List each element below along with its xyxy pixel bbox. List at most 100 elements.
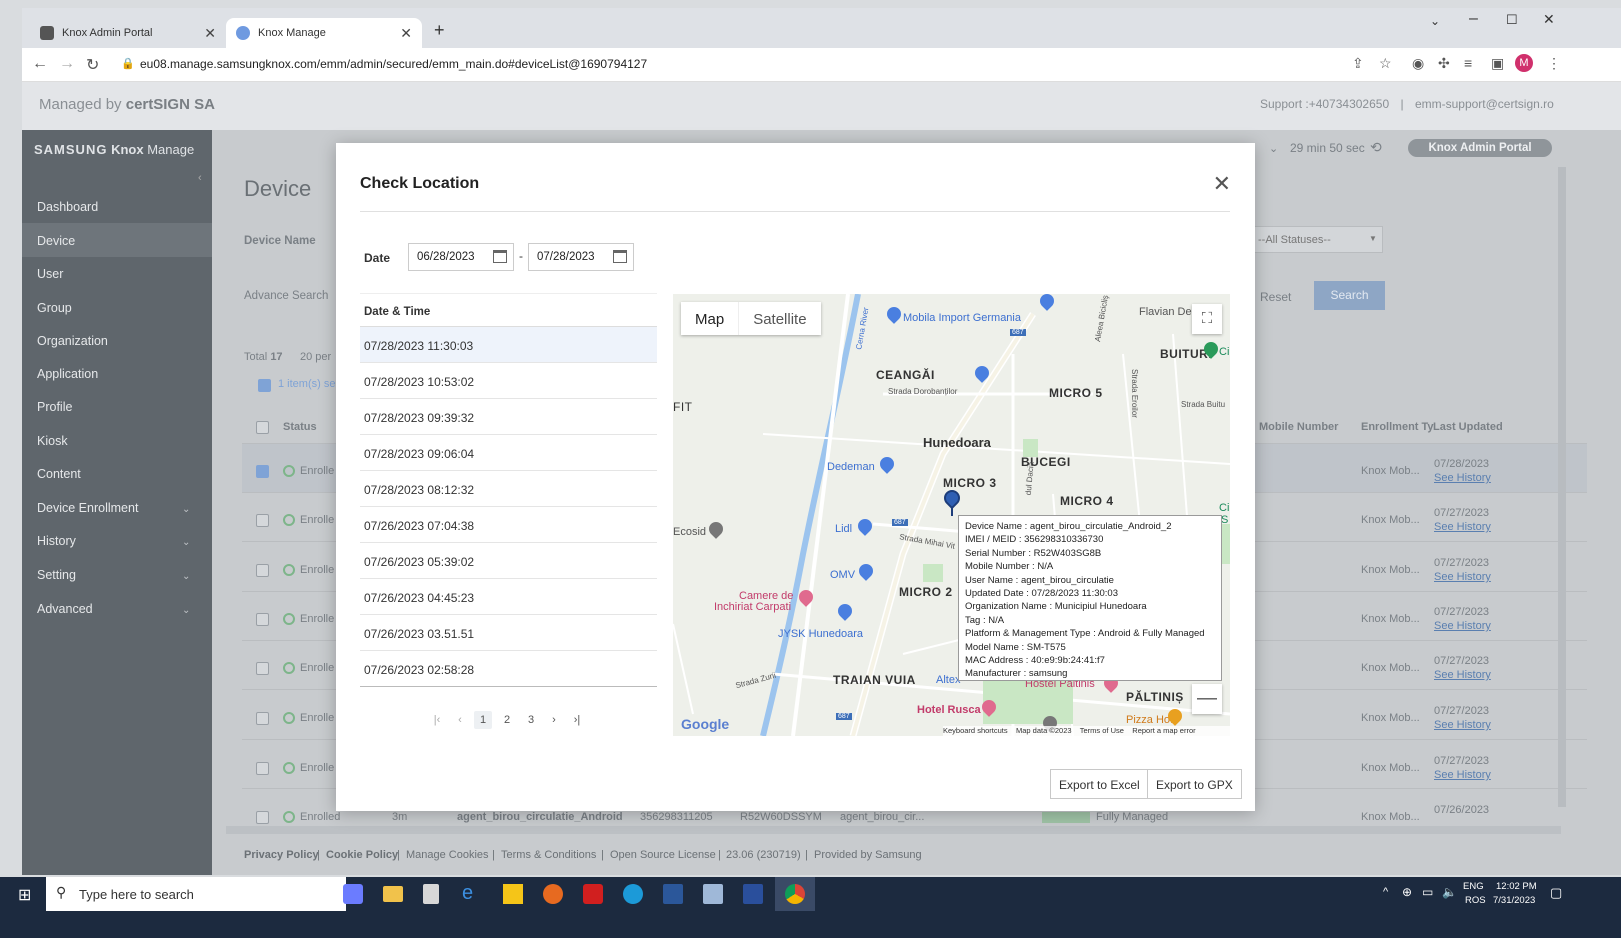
sidebar-item-user[interactable]: User (37, 267, 63, 281)
row-checkbox[interactable] (256, 514, 269, 527)
row-checkbox[interactable] (256, 762, 269, 775)
url-text[interactable]: eu08.manage.samsungknox.com/emm/admin/se… (140, 57, 647, 71)
close-icon[interactable]: ✕ (1213, 173, 1231, 195)
refresh-session-icon[interactable]: ⟲ (1370, 139, 1382, 156)
last-page-icon[interactable]: ›| (568, 711, 586, 729)
edge-legacy-icon[interactable]: e (462, 882, 473, 905)
see-history-link[interactable]: See History (1434, 472, 1491, 484)
tray-chevron-icon[interactable]: ^ (1383, 886, 1388, 898)
map-type-map-button[interactable]: Map (681, 302, 740, 335)
sidebar-item-group[interactable]: Group (37, 301, 72, 315)
skype-icon[interactable] (623, 884, 643, 904)
fullscreen-icon[interactable]: ⛶ (1192, 304, 1222, 334)
location-entry[interactable]: 07/28/2023 11:30:03 (360, 327, 657, 363)
location-entry[interactable]: 07/28/2023 09:06:04 (360, 435, 657, 471)
app-icon[interactable] (343, 884, 363, 904)
sidebar-item-kiosk[interactable]: Kiosk (37, 434, 68, 448)
page-2[interactable]: 2 (498, 711, 516, 729)
date-from-input[interactable]: 06/28/2023 (408, 243, 514, 271)
forward-icon[interactable]: → (59, 55, 75, 73)
column-enrollment-type[interactable]: Enrollment Ty (1361, 421, 1434, 433)
see-history-link[interactable]: See History (1434, 669, 1491, 681)
poi-lidl[interactable]: Lidl (835, 523, 852, 535)
sidebar-item-organization[interactable]: Organization (37, 334, 108, 348)
search-button[interactable]: Search (1314, 281, 1385, 310)
poi-dedeman[interactable]: Dedeman (827, 461, 875, 473)
sidebar-item-history[interactable]: History (37, 534, 76, 548)
reset-button[interactable]: Reset (1260, 290, 1291, 304)
clock-date[interactable]: 7/31/2023 (1493, 895, 1535, 906)
row-device-name[interactable]: agent_birou_circulatie_Android (457, 811, 623, 823)
tray-icon[interactable]: ⊕ (1402, 885, 1412, 899)
poi-cin[interactable]: Cin (1219, 502, 1230, 514)
page-3[interactable]: 3 (522, 711, 540, 729)
terms-link[interactable]: Terms & Conditions (501, 849, 596, 861)
share-icon[interactable]: ⇪ (1352, 55, 1364, 72)
header-checkbox[interactable] (256, 421, 269, 434)
zoom-out-icon[interactable]: — (1192, 684, 1222, 714)
see-history-link[interactable]: See History (1434, 571, 1491, 583)
sidebar-item-advanced[interactable]: Advanced (37, 602, 93, 616)
puzzle-icon[interactable]: ✣ (1438, 55, 1450, 72)
prev-page-icon[interactable]: ‹ (451, 711, 469, 729)
volume-icon[interactable]: 🔈 (1442, 885, 1457, 899)
location-entry[interactable]: 07/26/2023 04:45:23 (360, 579, 657, 615)
minimize-icon[interactable]: – (1469, 10, 1478, 28)
poi-ci[interactable]: Ci (1219, 346, 1229, 358)
sidebar-item-profile[interactable]: Profile (37, 400, 72, 414)
language-bottom[interactable]: ROS (1465, 895, 1486, 906)
column-mobile-number[interactable]: Mobile Number (1259, 421, 1338, 433)
location-entry[interactable]: 07/26/2023 03.51.51 (360, 615, 657, 651)
location-entry[interactable]: 07/26/2023 05:39:02 (360, 543, 657, 579)
next-page-icon[interactable]: › (545, 711, 563, 729)
support-email[interactable]: emm-support@certsign.ro (1415, 97, 1554, 111)
row-checkbox[interactable] (256, 811, 269, 824)
manage-cookies-link[interactable]: Manage Cookies (406, 849, 489, 861)
close-tab-icon[interactable]: ✕ (204, 25, 216, 42)
chrome-icon[interactable] (785, 884, 805, 904)
sidebar-item-setting[interactable]: Setting (37, 568, 76, 582)
location-entry[interactable]: 07/28/2023 09:39:32 (360, 399, 657, 435)
export-excel-button[interactable]: Export to Excel (1050, 769, 1149, 799)
back-icon[interactable]: ← (32, 55, 48, 73)
file-explorer-icon[interactable] (383, 886, 403, 902)
knox-admin-portal-button[interactable]: Knox Admin Portal (1408, 139, 1552, 157)
poi-pizza-hot[interactable]: Pizza Hot (1126, 714, 1173, 726)
poi-mobila-import[interactable]: Mobila Import Germania (903, 312, 1021, 324)
map-type-satellite-button[interactable]: Satellite (739, 302, 820, 335)
poi-inchiriat-carpati[interactable]: Inchiriat Carpati (714, 601, 791, 613)
row-checkbox[interactable] (256, 465, 269, 478)
see-history-link[interactable]: See History (1434, 769, 1491, 781)
terms-of-use-link[interactable]: Terms of Use (1080, 726, 1124, 735)
poi-hotel-rusca[interactable]: Hotel Rusca (917, 704, 981, 716)
see-history-link[interactable]: See History (1434, 521, 1491, 533)
poi-altex[interactable]: Altex (936, 674, 960, 686)
location-entry[interactable]: 07/26/2023 07:04:38 (360, 507, 657, 543)
reload-icon[interactable]: ↻ (86, 55, 99, 75)
row-checkbox[interactable] (256, 712, 269, 725)
word-icon[interactable] (663, 884, 683, 904)
menu-kebab-icon[interactable]: ⋮ (1547, 55, 1561, 72)
profile-avatar[interactable]: M (1515, 54, 1533, 72)
close-tab-icon[interactable]: ✕ (400, 25, 412, 42)
tab-search-icon[interactable]: ⌄ (1430, 14, 1440, 28)
taskbar-search-box[interactable]: ⚲ Type here to search (46, 877, 346, 911)
language-top[interactable]: ENG (1463, 881, 1484, 892)
calculator-icon[interactable] (423, 884, 439, 904)
keyboard-shortcuts-link[interactable]: Keyboard shortcuts (943, 726, 1008, 735)
sidebar-item-application[interactable]: Application (37, 367, 98, 381)
vertical-scrollbar[interactable] (1558, 167, 1566, 807)
sidebar-item-content[interactable]: Content (37, 467, 81, 481)
page-1[interactable]: 1 (474, 711, 492, 729)
column-last-updated[interactable]: Last Updated (1433, 421, 1503, 433)
open-source-link[interactable]: Open Source License (610, 849, 716, 861)
extension-icon[interactable]: ◉ (1412, 55, 1424, 72)
location-entry[interactable]: 07/28/2023 10:53:02 (360, 363, 657, 399)
poi-ecosid[interactable]: Ecosid (673, 526, 706, 538)
see-history-link[interactable]: See History (1434, 719, 1491, 731)
collapse-sidebar-icon[interactable]: ‹ (198, 172, 202, 184)
date-to-input[interactable]: 07/28/2023 (528, 243, 634, 271)
per-page[interactable]: 20 per (300, 351, 331, 363)
app-icon[interactable] (703, 884, 723, 904)
app-icon[interactable] (743, 884, 763, 904)
